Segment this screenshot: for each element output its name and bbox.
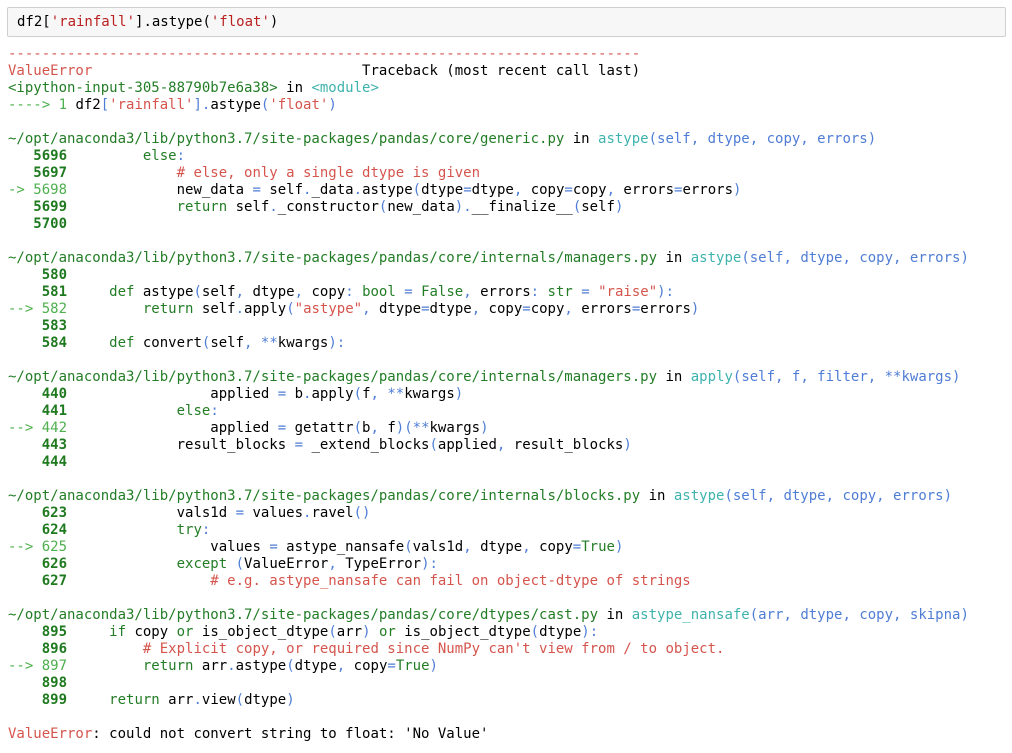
blank-line: [8, 352, 1012, 369]
frame-code-line-active: -> 5698 new_data = self._data.astype(dty…: [8, 182, 1012, 199]
blank-line: [8, 590, 1012, 607]
frame-code-line: 895 if copy or is_object_dtype(arr) or i…: [8, 624, 1012, 641]
frame-code-line: 444: [8, 454, 1012, 471]
blank-line: [8, 233, 1012, 250]
traceback-output: ----------------------------------------…: [0, 42, 1012, 753]
frame-header-line: ~/opt/anaconda3/lib/python3.7/site-packa…: [8, 607, 1012, 624]
frame-header-line: ~/opt/anaconda3/lib/python3.7/site-packa…: [8, 250, 1012, 267]
frame-code-line: 896 # Explicit copy, or required since N…: [8, 641, 1012, 658]
frame-header-line: ~/opt/anaconda3/lib/python3.7/site-packa…: [8, 488, 1012, 505]
frame-code-line: 584 def convert(self, **kwargs):: [8, 335, 1012, 352]
frame-code-line: 624 try:: [8, 522, 1012, 539]
frame-code-line: 5699 return self._constructor(new_data).…: [8, 199, 1012, 216]
code-cell-input[interactable]: df2['rainfall'].astype('float'): [7, 7, 1006, 37]
frame-code-line-active: --> 625 values = astype_nansafe(vals1d, …: [8, 539, 1012, 556]
frame-code-line: 623 vals1d = values.ravel(): [8, 505, 1012, 522]
frame-code-line: 899 return arr.view(dtype): [8, 692, 1012, 709]
frame-code-line: 5696 else:: [8, 148, 1012, 165]
frame-code-line-active: --> 442 applied = getattr(b, f)(**kwargs…: [8, 420, 1012, 437]
frame-code-line-active: --> 897 return arr.astype(dtype, copy=Tr…: [8, 658, 1012, 675]
input-echo-line: ----> 1 df2['rainfall'].astype('float'): [8, 97, 1012, 114]
frame-code-line: 627 # e.g. astype_nansafe can fail on ob…: [8, 573, 1012, 590]
frame-code-line-active: --> 582 return self.apply("astype", dtyp…: [8, 301, 1012, 318]
separator-line: ----------------------------------------…: [8, 46, 1012, 63]
frame-header-line: ~/opt/anaconda3/lib/python3.7/site-packa…: [8, 131, 1012, 148]
frame-code-line: 5700: [8, 216, 1012, 233]
frame-code-line: 443 result_blocks = _extend_blocks(appli…: [8, 437, 1012, 454]
error-header-line: ValueError Traceback (most recent call l…: [8, 63, 1012, 80]
frame-code-line: 898: [8, 675, 1012, 692]
frame-code-line: 583: [8, 318, 1012, 335]
input-ref-line: <ipython-input-305-88790b7e6a38> in <mod…: [8, 80, 1012, 97]
blank-line: [8, 114, 1012, 131]
error-message-line: ValueError: could not convert string to …: [8, 726, 1012, 743]
blank-line: [8, 471, 1012, 488]
frame-code-line: 440 applied = b.apply(f, **kwargs): [8, 386, 1012, 403]
frame-code-line: 626 except (ValueError, TypeError):: [8, 556, 1012, 573]
frame-code-line: 580: [8, 267, 1012, 284]
frame-code-line: 5697 # else, only a single dtype is give…: [8, 165, 1012, 182]
input-code[interactable]: df2['rainfall'].astype('float'): [17, 13, 996, 31]
frame-code-line: 581 def astype(self, dtype, copy: bool =…: [8, 284, 1012, 301]
frame-header-line: ~/opt/anaconda3/lib/python3.7/site-packa…: [8, 369, 1012, 386]
blank-line: [8, 709, 1012, 726]
frame-code-line: 441 else:: [8, 403, 1012, 420]
